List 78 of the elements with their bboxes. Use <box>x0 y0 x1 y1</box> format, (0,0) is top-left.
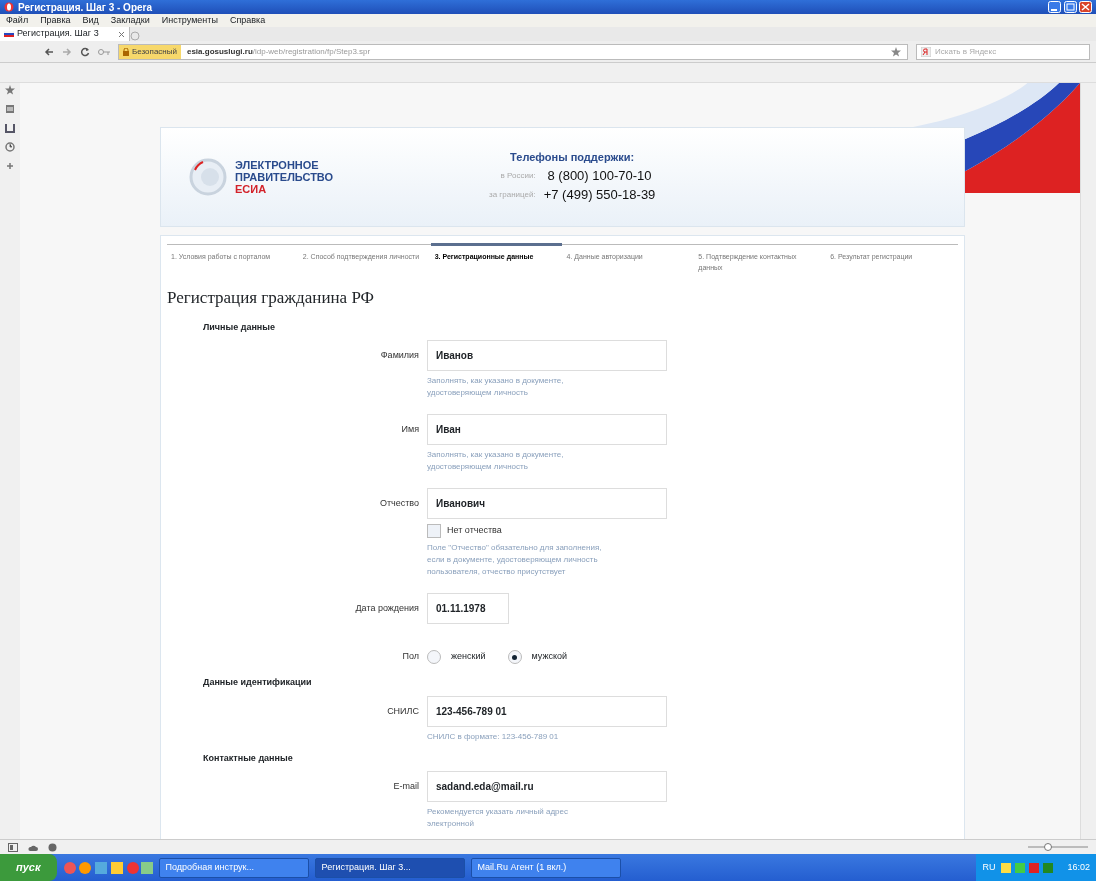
field-label: E-mail <box>392 780 419 793</box>
hint-text: Заполнять, как указано в документе, удостоверяющем личность <box>427 375 565 399</box>
checkbox-label: Нет отчества <box>447 524 502 538</box>
minimize-icon[interactable] <box>1048 1 1061 13</box>
menu-item[interactable]: Правка <box>40 13 71 28</box>
tab-label: Регистрация. Шаг 3 <box>17 27 99 41</box>
flag-icon <box>4 31 14 37</box>
panel-icon[interactable] <box>8 842 18 852</box>
menu-item[interactable]: Вид <box>82 13 99 28</box>
logo-text: ПРАВИТЕЛЬСТВО <box>235 171 334 183</box>
section-title: Данные идентификации <box>203 676 313 689</box>
hint-text: Рекомендуется указать личный адрес электронной <box>427 806 569 830</box>
logo-text: ЭЛЕКТРОННОЕ <box>235 159 320 171</box>
field-label: СНИЛС <box>386 704 419 718</box>
forward-icon[interactable] <box>62 46 72 57</box>
padlock-icon <box>123 47 129 56</box>
add-icon[interactable] <box>5 161 15 171</box>
star-icon[interactable] <box>5 85 15 95</box>
menu-item[interactable]: Файл <box>6 13 29 28</box>
menu-item[interactable]: Справка <box>229 13 266 28</box>
radio-button[interactable] <box>427 650 441 664</box>
input-field[interactable]: Иванович <box>427 488 667 519</box>
search-placeholder: Искать в Яндекс <box>935 45 997 58</box>
checkbox[interactable] <box>427 524 441 538</box>
input-field[interactable]: Иван <box>427 414 667 445</box>
field-label: Пол <box>401 650 419 663</box>
close-icon[interactable] <box>1079 1 1092 13</box>
phone-number: +7 (499) 550-18-39 <box>543 186 656 205</box>
phone-number: 8 (800) 100-70-10 <box>546 166 653 185</box>
browser-logo-icon <box>4 2 14 12</box>
url-text: esia.gosuslugi.ru/idp-web/registration/fp/Step3.spr <box>186 45 371 58</box>
back-icon[interactable] <box>44 46 54 57</box>
quick-launch-icons-drawing[interactable] <box>62 860 153 875</box>
support-title: Телефоны поддержки: <box>509 150 636 166</box>
radio-label: женский <box>451 650 486 664</box>
search-engine-icon <box>921 46 931 57</box>
logo-text: ЕСИА <box>235 183 268 195</box>
menu-item[interactable]: Закладки <box>110 13 150 28</box>
reload-icon[interactable] <box>80 46 90 57</box>
history-icon[interactable] <box>5 142 15 152</box>
section-title: Контактные данные <box>203 751 294 765</box>
input-field[interactable]: Иванов <box>427 340 667 371</box>
field-label: Дата рождения <box>354 602 419 615</box>
scrollbar[interactable] <box>1080 83 1096 839</box>
field-label: Имя <box>400 423 419 436</box>
security-badge[interactable]: Безопасный <box>119 44 181 59</box>
taskbar-button[interactable]: Подробная инструк... <box>158 857 309 878</box>
menu-item[interactable]: Инструменты <box>161 13 218 28</box>
phone-label: в России: <box>499 169 536 182</box>
security-label: Безопасный <box>132 45 177 58</box>
notes-icon[interactable] <box>5 104 15 114</box>
maximize-icon[interactable] <box>1063 1 1077 13</box>
address-field[interactable]: Безопасный esia.gosuslugi.ru/idp-web/registration/fp/Step3.spr <box>118 43 908 60</box>
input-field[interactable]: sadand.eda@mail.ru <box>427 771 667 802</box>
phone-label: за границей: <box>489 189 536 201</box>
hint-text: СНИЛС в формате: 123-456-789 01 <box>427 730 560 743</box>
key-icon[interactable] <box>98 47 110 56</box>
hint-text: Поле "Отчество" обязательно для заполнения, если в документе, удостоверяющем личность пользователя, отчество присутствует <box>427 542 603 578</box>
zoom-slider-icon[interactable] <box>1028 843 1088 851</box>
emblem-icon <box>189 158 227 196</box>
hint-text: Заполнять, как указано в документе, удостоверяющем личность <box>427 449 565 473</box>
clock: 16:02 <box>1067 860 1090 874</box>
taskbar-button[interactable]: Регистрация. Шаг 3... <box>314 857 465 878</box>
field-label: Отчество <box>378 497 419 510</box>
section-title: Личные данные <box>203 320 276 334</box>
browser-tab[interactable]: Регистрация. Шаг 3 <box>0 27 130 41</box>
input-field[interactable]: 123-456-789 01 <box>427 695 667 727</box>
form-title: Регистрация гражданина РФ <box>167 287 375 309</box>
window-title: Регистрация. Шаг 3 - Opera <box>18 0 152 15</box>
field-label: Фамилия <box>379 349 419 362</box>
radio-button[interactable] <box>507 650 522 664</box>
radio-label: мужской <box>531 650 567 664</box>
bookmark-star-icon[interactable] <box>891 46 901 57</box>
input-field[interactable]: 01.11.1978 <box>427 593 509 624</box>
taskbar-button[interactable]: Mail.Ru Агент (1 вкл.) <box>470 857 621 878</box>
tab-close-icon[interactable] <box>118 30 125 38</box>
start-button[interactable]: пуск <box>0 854 57 881</box>
cloud-icon[interactable] <box>28 843 38 851</box>
